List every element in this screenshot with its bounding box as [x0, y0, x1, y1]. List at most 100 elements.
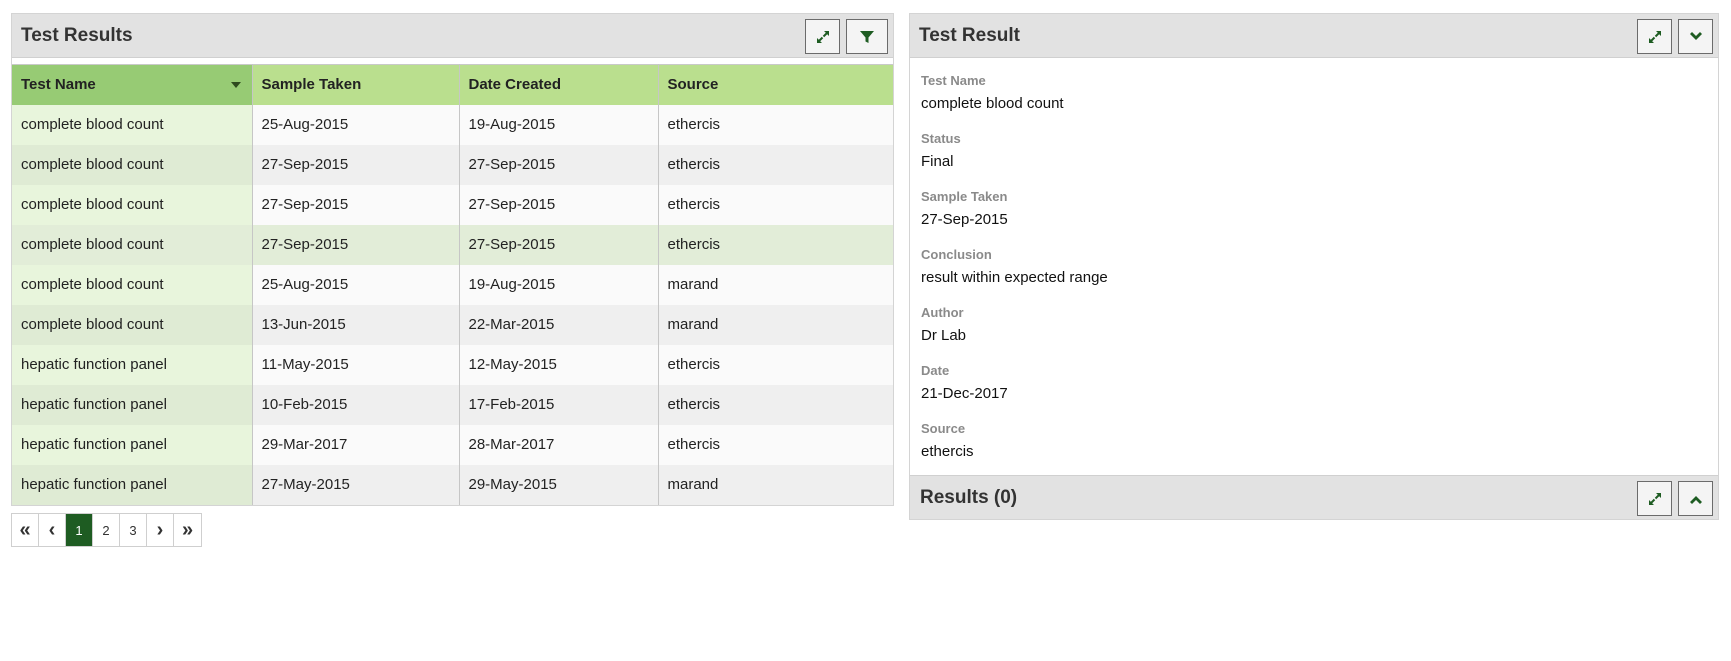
test-results-panel: Test Results Test Name Sample Taken Date… — [11, 13, 894, 506]
cell-sample-taken: 25-Aug-2015 — [252, 264, 460, 305]
page-3-button[interactable]: 3 — [120, 514, 147, 546]
column-header-date-created[interactable]: Date Created — [459, 64, 659, 105]
cell-test-name: hepatic function panel — [12, 464, 253, 505]
cell-sample-taken: 11-May-2015 — [252, 344, 460, 385]
cell-date-created: 22-Mar-2015 — [459, 304, 659, 345]
table-row[interactable]: complete blood count 27-Sep-2015 27-Sep-20… — [12, 184, 893, 225]
field-sample-taken: Sample Taken 27-Sep-2015 — [921, 189, 1707, 247]
cell-date-created: 28-Mar-2017 — [459, 424, 659, 465]
cell-sample-taken: 27-Sep-2015 — [252, 184, 460, 225]
test-results-table: Test Name Sample Taken Date Created Sour… — [12, 64, 893, 505]
table-row[interactable]: complete blood count 25-Aug-2015 19-Aug-20… — [12, 104, 893, 145]
panel-title: Test Result — [919, 24, 1021, 46]
cell-test-name: complete blood count — [12, 144, 253, 185]
cell-source: marand — [658, 304, 893, 345]
results-toggle-button[interactable] — [1678, 481, 1713, 516]
page-1-button[interactable]: 1 — [66, 514, 93, 546]
field-value: result within expected range — [921, 269, 1108, 286]
table-row[interactable]: complete blood count 13-Jun-2015 22-Mar-20… — [12, 304, 893, 345]
field-label: Date — [921, 363, 950, 378]
test-result-details: Test Name complete blood count Status Fi… — [910, 58, 1718, 479]
table-row[interactable]: complete blood count 25-Aug-2015 19-Aug-20… — [12, 264, 893, 305]
field-date: Date 21-Dec-2017 — [921, 363, 1707, 421]
field-value: 21-Dec-2017 — [921, 385, 1008, 402]
field-source: Source ethercis — [921, 421, 1707, 479]
cell-test-name: complete blood count — [12, 104, 253, 145]
cell-source: ethercis — [658, 144, 893, 185]
cell-source: ethercis — [658, 104, 893, 145]
column-header-source[interactable]: Source — [658, 64, 893, 105]
expand-button[interactable] — [805, 19, 840, 54]
field-label: Author — [921, 305, 964, 320]
cell-date-created: 19-Aug-2015 — [459, 104, 659, 145]
cell-date-created: 29-May-2015 — [459, 464, 659, 505]
field-test-name: Test Name complete blood count — [921, 73, 1707, 131]
cell-sample-taken: 29-Mar-2017 — [252, 424, 460, 465]
cell-date-created: 27-Sep-2015 — [459, 184, 659, 225]
cell-date-created: 12-May-2015 — [459, 344, 659, 385]
next-page-button[interactable]: › — [147, 514, 174, 546]
column-header-test-name[interactable]: Test Name — [12, 64, 253, 105]
cell-source: marand — [658, 264, 893, 305]
field-value: Dr Lab — [921, 327, 967, 344]
test-result-detail-panel: Test Result Test Name complete blood cou… — [909, 13, 1719, 520]
column-header-sample-taken[interactable]: Sample Taken — [252, 64, 460, 105]
table-row[interactable]: complete blood count 27-Sep-2015 27-Sep-20… — [12, 144, 893, 185]
field-conclusion: Conclusion result within expected range — [921, 247, 1707, 305]
cell-sample-taken: 27-Sep-2015 — [252, 224, 460, 265]
cell-source: ethercis — [658, 184, 893, 225]
cell-test-name: hepatic function panel — [12, 344, 253, 385]
field-label: Sample Taken — [921, 189, 1008, 204]
expand-arrows-icon — [816, 30, 829, 43]
table-row[interactable]: complete blood count 27-Sep-2015 27-Sep-20… — [12, 224, 893, 265]
cell-source: ethercis — [658, 424, 893, 465]
field-label: Test Name — [921, 73, 986, 88]
sort-desc-icon — [230, 82, 241, 88]
filter-funnel-icon — [860, 30, 874, 43]
cell-date-created: 17-Feb-2015 — [459, 384, 659, 425]
page-2-button[interactable]: 2 — [93, 514, 120, 546]
expand-button[interactable] — [1637, 19, 1672, 54]
expand-arrows-icon — [1648, 30, 1661, 43]
cell-source: ethercis — [658, 344, 893, 385]
test-results-header: Test Results — [12, 14, 893, 58]
cell-source: ethercis — [658, 384, 893, 425]
cell-test-name: complete blood count — [12, 224, 253, 265]
results-expand-button[interactable] — [1637, 481, 1672, 516]
filter-button[interactable] — [846, 19, 888, 54]
field-value: ethercis — [921, 443, 974, 460]
field-label: Status — [921, 131, 961, 146]
chevron-up-icon — [1689, 495, 1702, 504]
test-result-header: Test Result — [910, 14, 1718, 58]
field-author: Author Dr Lab — [921, 305, 1707, 363]
cell-sample-taken: 27-Sep-2015 — [252, 144, 460, 185]
cell-test-name: complete blood count — [12, 264, 253, 305]
table-row[interactable]: hepatic function panel 10-Feb-2015 17-Feb-… — [12, 384, 893, 425]
collapse-button[interactable] — [1678, 19, 1713, 54]
cell-date-created: 27-Sep-2015 — [459, 224, 659, 265]
expand-arrows-icon — [1648, 492, 1661, 505]
cell-sample-taken: 10-Feb-2015 — [252, 384, 460, 425]
table-row[interactable]: hepatic function panel 29-Mar-2017 28-Mar-… — [12, 424, 893, 465]
cell-test-name: hepatic function panel — [12, 424, 253, 465]
field-status: Status Final — [921, 131, 1707, 189]
table-row[interactable]: hepatic function panel 11-May-2015 12-May-… — [12, 344, 893, 385]
results-title: Results (0) — [920, 486, 1018, 508]
table-row[interactable]: hepatic function panel 27-May-2015 29-May-… — [12, 464, 893, 505]
last-page-button[interactable]: » — [174, 514, 201, 546]
field-label: Conclusion — [921, 247, 992, 262]
cell-sample-taken: 13-Jun-2015 — [252, 304, 460, 345]
panel-title: Test Results — [21, 24, 133, 46]
results-section-header: Results (0) — [910, 475, 1718, 519]
cell-source: ethercis — [658, 224, 893, 265]
cell-test-name: complete blood count — [12, 184, 253, 225]
cell-date-created: 19-Aug-2015 — [459, 264, 659, 305]
table-header-row: Test Name Sample Taken Date Created Sour… — [12, 64, 893, 105]
cell-sample-taken: 27-May-2015 — [252, 464, 460, 505]
chevron-down-icon — [1689, 31, 1702, 40]
field-value: complete blood count — [921, 95, 1064, 112]
field-value: 27-Sep-2015 — [921, 211, 1008, 228]
cell-sample-taken: 25-Aug-2015 — [252, 104, 460, 145]
first-page-button[interactable]: « — [12, 514, 39, 546]
prev-page-button[interactable]: ‹ — [39, 514, 66, 546]
